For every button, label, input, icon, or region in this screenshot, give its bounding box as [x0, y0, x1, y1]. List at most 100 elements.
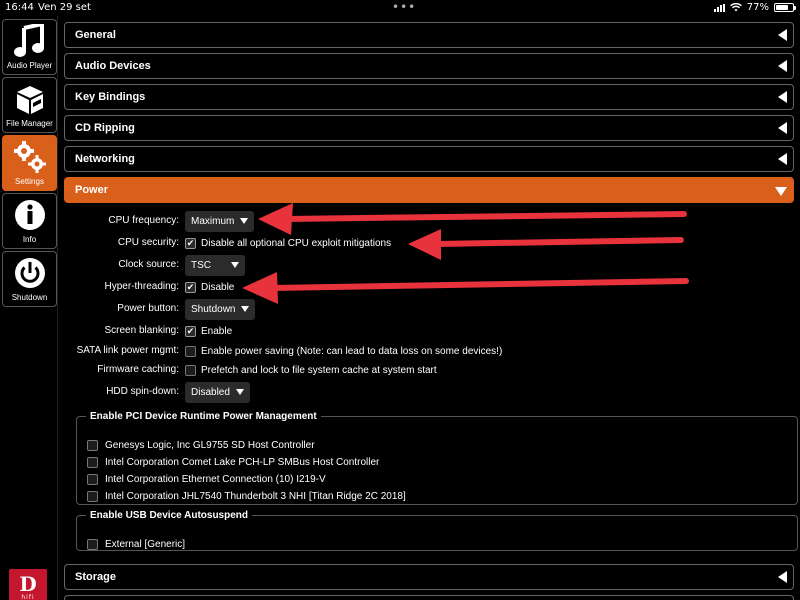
row-screen-blanking: Screen blanking: ✔ Enable [64, 321, 794, 341]
hdd-spin-down-select[interactable]: Disabled [185, 381, 250, 403]
power-icon [14, 258, 45, 288]
dhifi-logo: D hifi [9, 569, 47, 600]
firmware-caching-label: Firmware caching: [97, 364, 179, 375]
section-key-bindings[interactable]: Key Bindings [64, 84, 794, 110]
settings-content: General Audio Devices Key Bindings CD Ri… [64, 0, 798, 600]
cpu-frequency-label: CPU frequency: [108, 215, 179, 226]
pci-device-label: Intel Corporation Ethernet Connection (1… [105, 473, 326, 485]
sidebar-item-audio-player[interactable]: Audio Player [2, 19, 57, 75]
sidebar: Audio Player File Manager Settings Info [0, 16, 58, 600]
collapse-arrow-icon [778, 91, 787, 103]
sidebar-item-label: Shutdown [11, 293, 48, 302]
info-icon [14, 200, 45, 230]
expand-arrow-icon [775, 187, 787, 196]
sidebar-item-file-manager[interactable]: File Manager [2, 77, 57, 133]
section-power[interactable]: Power [64, 177, 794, 203]
caret-down-icon [235, 389, 244, 395]
row-hdd-spin-down: HDD spin-down: Disabled [64, 381, 794, 403]
list-item[interactable]: Intel Corporation Ethernet Connection (1… [87, 471, 326, 487]
power-button-value: Shutdown [191, 303, 236, 315]
row-firmware-caching: Firmware caching: Prefetch and lock to f… [64, 360, 794, 380]
usb-device-label: External [Generic] [105, 538, 186, 550]
section-title: Networking [75, 153, 135, 165]
collapse-arrow-icon [778, 60, 787, 72]
caret-down-icon [241, 306, 250, 312]
pci-device-checkbox[interactable] [87, 439, 98, 451]
section-cd-ripping[interactable]: CD Ripping [64, 115, 794, 141]
row-cpu-frequency: CPU frequency: Maximum [64, 210, 794, 232]
sidebar-item-info[interactable]: Info [2, 193, 57, 249]
screen-blanking-text: Enable [201, 325, 233, 337]
group-title: Enable PCI Device Runtime Power Manageme… [90, 411, 317, 422]
section-title: CD Ripping [75, 122, 135, 134]
cpu-frequency-select[interactable]: Maximum [185, 210, 255, 232]
list-item[interactable]: Intel Corporation JHL7540 Thunderbolt 3 … [87, 488, 406, 504]
row-cpu-security: CPU security: ✔ Disable all optional CPU … [64, 233, 794, 253]
section-title: Power [75, 184, 109, 196]
box-icon [16, 86, 43, 114]
screen-blanking-label: Screen blanking: [104, 325, 180, 336]
row-sata-link: SATA link power mgmt: Enable power savin… [64, 341, 794, 361]
sata-link-label: SATA link power mgmt: [76, 345, 179, 356]
hyper-threading-label: Hyper-threading: [104, 281, 179, 292]
row-power-button: Power button: Shutdown [64, 298, 794, 320]
sidebar-item-shutdown[interactable]: Shutdown [2, 251, 57, 307]
hyper-threading-checkbox[interactable]: ✔ [185, 281, 196, 293]
pci-power-management-group: Enable PCI Device Runtime Power Manageme… [76, 411, 798, 505]
collapse-arrow-icon [778, 122, 787, 134]
caret-down-icon [231, 262, 239, 268]
clock-source-value: TSC [191, 259, 211, 271]
hdd-spin-down-value: Disabled [191, 386, 230, 398]
pci-device-label: Intel Corporation JHL7540 Thunderbolt 3 … [105, 490, 406, 502]
sidebar-item-label: Audio Player [6, 61, 53, 70]
list-item[interactable]: Intel Corporation Comet Lake PCH-LP SMBu… [87, 454, 379, 470]
row-hyper-threading: Hyper-threading: ✔ Disable [64, 277, 794, 297]
caret-down-icon [240, 218, 249, 224]
pci-device-checkbox[interactable] [87, 456, 98, 468]
row-clock-source: Clock source: TSC [64, 254, 794, 276]
section-general[interactable]: General [64, 22, 794, 48]
power-button-select[interactable]: Shutdown [185, 298, 256, 320]
cpu-security-checkbox[interactable]: ✔ [185, 237, 196, 249]
section-title: Key Bindings [75, 91, 146, 103]
power-button-label: Power button: [117, 303, 179, 314]
section-title: General [75, 29, 116, 41]
pci-device-label: Intel Corporation Comet Lake PCH-LP SMBu… [105, 456, 380, 468]
section-audio-devices[interactable]: Audio Devices [64, 53, 794, 79]
section-storage[interactable]: Storage [64, 564, 794, 590]
pci-device-checkbox[interactable] [87, 490, 98, 502]
group-title: Enable USB Device Autosuspend [90, 510, 248, 521]
list-item[interactable]: External [Generic] [87, 536, 185, 552]
section-networking[interactable]: Networking [64, 146, 794, 172]
sidebar-item-label: Info [22, 235, 37, 244]
section-title: Storage [75, 571, 116, 583]
pci-device-label: Genesys Logic, Inc GL9755 SD Host Contro… [105, 439, 315, 451]
sata-link-checkbox[interactable] [185, 345, 196, 357]
section-next-partial[interactable] [64, 595, 794, 600]
cpu-security-label: CPU security: [117, 237, 179, 248]
firmware-caching-text: Prefetch and lock to file system cache a… [201, 364, 437, 376]
logo-letter: D [19, 571, 37, 596]
firmware-caching-checkbox[interactable] [185, 364, 196, 376]
section-title: Audio Devices [75, 60, 151, 72]
sata-link-text: Enable power saving (Note: can lead to d… [201, 345, 503, 357]
collapse-arrow-icon [778, 29, 787, 41]
list-item[interactable]: Genesys Logic, Inc GL9755 SD Host Contro… [87, 437, 315, 453]
clock-source-label: Clock source: [118, 259, 179, 270]
music-note-icon [13, 24, 44, 57]
cpu-security-text: Disable all optional CPU exploit mitigat… [201, 237, 392, 249]
logo-subtext: hifi [21, 593, 35, 600]
clock-source-select[interactable]: TSC [185, 254, 245, 276]
collapse-arrow-icon [778, 153, 787, 165]
usb-device-checkbox[interactable] [87, 538, 98, 550]
sidebar-item-settings[interactable]: Settings [2, 135, 57, 191]
gears-icon [13, 141, 46, 173]
collapse-arrow-icon [778, 571, 787, 583]
sidebar-item-label: Settings [15, 177, 44, 186]
pci-device-checkbox[interactable] [87, 473, 98, 485]
cpu-frequency-value: Maximum [191, 215, 235, 227]
screen-blanking-checkbox[interactable]: ✔ [185, 325, 196, 337]
sidebar-item-label: File Manager [6, 119, 53, 128]
usb-autosuspend-group: Enable USB Device Autosuspend External [… [76, 510, 798, 551]
hyper-threading-text: Disable [201, 281, 235, 293]
